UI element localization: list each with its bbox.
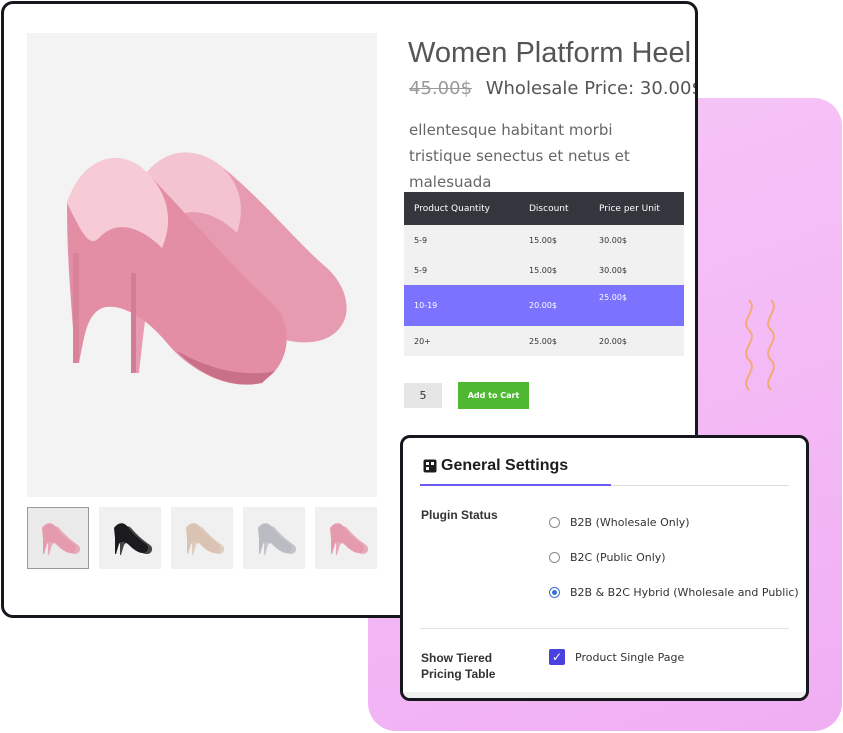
table-cell: 20.00$ — [589, 326, 684, 356]
general-settings-panel: General Settings Plugin Status B2B (Whol… — [400, 435, 809, 701]
radio-option-b2c[interactable]: B2C (Public Only) — [549, 551, 666, 564]
thumbnail-3[interactable] — [171, 507, 233, 569]
product-single-page-option[interactable]: ✓ Product Single Page — [549, 649, 684, 665]
pink-heel-icon — [67, 152, 347, 385]
price-row: 45.00$ Wholesale Price: 30.00$ — [409, 78, 698, 99]
thumbnail-1[interactable] — [27, 507, 89, 569]
panel-bottom-strip — [403, 692, 806, 698]
checkbox-label: Product Single Page — [575, 650, 685, 664]
table-header-price: Price per Unit — [589, 192, 684, 225]
radio-label: B2B & B2C Hybrid (Wholesale and Public) — [570, 586, 799, 599]
old-price: 45.00$ — [409, 78, 472, 99]
thumbnail-2[interactable] — [99, 507, 161, 569]
table-cell: 25.00$ — [519, 326, 589, 356]
radio-button-selected[interactable] — [549, 587, 560, 598]
table-cell: 30.00$ — [589, 225, 684, 255]
table-header-quantity: Product Quantity — [404, 192, 519, 225]
table-header-row: Product Quantity Discount Price per Unit — [404, 192, 684, 225]
tiered-pricing-label: Show Tiered Pricing Table — [421, 651, 496, 681]
settings-header: General Settings — [423, 457, 568, 475]
quantity-input[interactable]: 5 — [404, 383, 442, 408]
table-cell: 25.00$ — [589, 285, 684, 326]
radio-button[interactable] — [549, 552, 560, 563]
table-row: 5-9 15.00$ 30.00$ — [404, 225, 684, 255]
radio-option-hybrid[interactable]: B2B & B2C Hybrid (Wholesale and Public) — [549, 586, 799, 599]
product-description: ellentesque habitant morbi tristique sen… — [409, 121, 630, 191]
radio-label: B2B (Wholesale Only) — [570, 516, 690, 529]
silver-heel-icon — [258, 523, 297, 555]
wholesale-price: Wholesale Price: 30.00$ — [485, 78, 698, 99]
black-heel-icon — [114, 523, 153, 555]
radio-button[interactable] — [549, 517, 560, 528]
settings-title: General Settings — [441, 457, 569, 474]
table-cell: 10-19 — [404, 285, 519, 326]
settings-active-underline — [420, 484, 611, 486]
thumbnail-5[interactable] — [315, 507, 377, 569]
table-cell: 20+ — [404, 326, 519, 356]
thumbnail-strip — [27, 507, 377, 569]
radio-option-b2b[interactable]: B2B (Wholesale Only) — [549, 516, 690, 529]
settings-divider — [420, 628, 789, 629]
pink-heel-icon — [330, 523, 369, 555]
table-cell: 20.00$ — [519, 285, 589, 326]
nude-heel-icon — [186, 523, 225, 555]
thumbnail-4[interactable] — [243, 507, 305, 569]
settings-grid-icon — [423, 459, 437, 473]
table-row: 20+ 25.00$ 20.00$ — [404, 326, 684, 356]
table-cell: 15.00$ — [519, 225, 589, 255]
pink-heel-icon — [42, 523, 81, 555]
squiggle-decoration — [745, 299, 775, 391]
table-cell: 15.00$ — [519, 255, 589, 285]
table-cell: 5-9 — [404, 225, 519, 255]
checkbox-checked[interactable]: ✓ — [549, 649, 565, 665]
table-header-discount: Discount — [519, 192, 589, 225]
radio-label: B2C (Public Only) — [570, 551, 666, 564]
product-title: Women Platform Heel — [408, 37, 692, 69]
product-main-image[interactable] — [27, 33, 377, 497]
plugin-status-label: Plugin Status — [421, 508, 498, 522]
table-cell: 30.00$ — [589, 255, 684, 285]
table-row: 5-9 15.00$ 30.00$ — [404, 255, 684, 285]
add-to-cart-button[interactable]: Add to Cart — [458, 382, 529, 409]
tiered-pricing-table: Product Quantity Discount Price per Unit… — [404, 192, 684, 356]
table-row-highlighted: 10-19 20.00$ 25.00$ — [404, 285, 684, 326]
table-cell: 5-9 — [404, 255, 519, 285]
